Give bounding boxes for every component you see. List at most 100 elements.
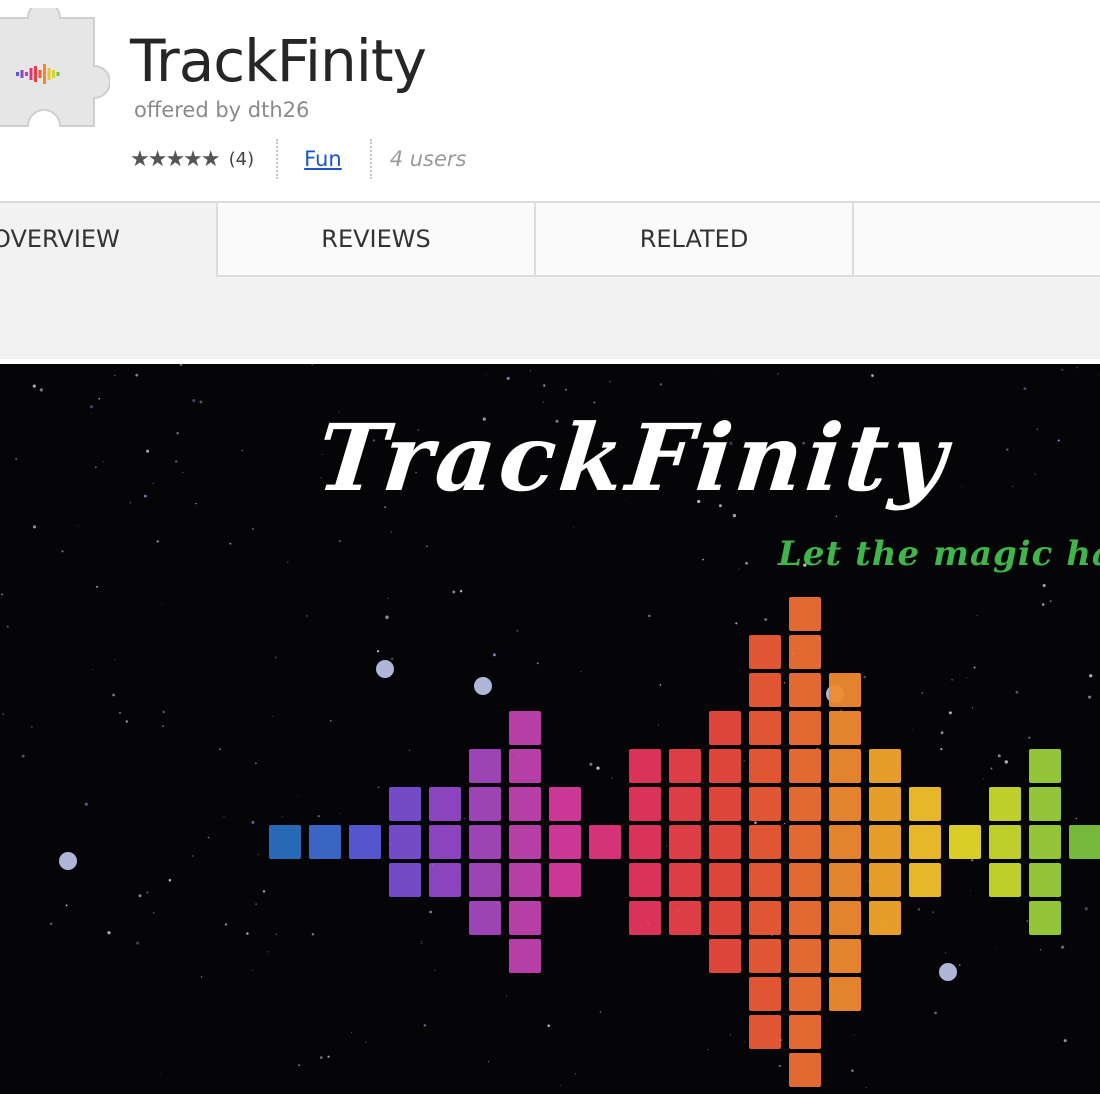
star-dot (2, 713, 5, 715)
divider (369, 139, 372, 179)
tab-label: REVIEWS (321, 225, 431, 253)
equalizer-block (749, 977, 781, 1011)
star-dot (94, 466, 97, 469)
star-dot (156, 540, 159, 543)
star-dot (92, 669, 94, 670)
star-dot (159, 1073, 161, 1075)
equalizer-block (469, 787, 501, 821)
equalizer-block (269, 825, 301, 859)
star-dot (65, 904, 68, 907)
equalizer-block (869, 787, 901, 821)
star-dot (463, 817, 466, 820)
equalizer-block (469, 749, 501, 783)
star-dot (990, 767, 993, 770)
star-glow (59, 852, 77, 870)
star-dot (429, 910, 432, 914)
tab-overview[interactable]: OVERVIEW (0, 201, 218, 277)
star-dot (224, 923, 228, 926)
star-dot (1036, 428, 1039, 430)
star-dot (459, 589, 463, 593)
meta-row: ★★★★★ (4) Fun 4 users (130, 138, 466, 180)
star-dot (143, 494, 147, 498)
star-dot (921, 692, 924, 694)
star-dot (161, 603, 163, 605)
star-dot (84, 802, 88, 806)
star-dot (1004, 760, 1008, 764)
equalizer-block (629, 825, 661, 859)
star-dot (589, 762, 593, 766)
star-dot (114, 658, 116, 661)
star-dot (735, 622, 738, 625)
star-dot (77, 525, 79, 527)
equalizer-block (789, 787, 821, 821)
star-dot (61, 550, 64, 553)
screenshot-image[interactable]: TrackFinity Let the magic happ (0, 364, 1100, 1094)
tab-related[interactable]: RELATED (534, 201, 854, 277)
star-dot (255, 903, 257, 905)
star-dot (223, 816, 225, 818)
star-dot (666, 845, 668, 847)
category-link[interactable]: Fun (304, 147, 342, 171)
equalizer-block (749, 825, 781, 859)
star-dot (207, 836, 210, 839)
star-dot (951, 678, 953, 681)
star-dot (98, 397, 101, 400)
equalizer-block (749, 1015, 781, 1049)
star-dot (390, 657, 394, 661)
equalizer-block (869, 749, 901, 783)
rating-count[interactable]: (4) (229, 149, 255, 170)
star-dot (488, 1061, 490, 1063)
star-dot (783, 822, 786, 825)
star-dot (377, 786, 380, 789)
star-dot (387, 597, 389, 599)
star-dot (114, 375, 116, 377)
star-dot (516, 629, 519, 632)
star-dot (1075, 817, 1077, 820)
equalizer-block (1029, 901, 1061, 935)
star-dot (777, 373, 779, 375)
equalizer-block (829, 977, 861, 1011)
tab-reviews[interactable]: REVIEWS (216, 201, 536, 277)
equalizer-block (829, 711, 861, 745)
user-count: 4 users (389, 147, 467, 171)
equalizer-block (669, 825, 701, 859)
equalizer-block (629, 787, 661, 821)
star-dot (917, 908, 921, 911)
offered-by: offered by dth26 (134, 98, 310, 122)
star-dot (272, 716, 274, 717)
equalizer-block (389, 825, 421, 859)
star-glow (939, 963, 957, 981)
star-dot (970, 858, 974, 862)
star-dot (195, 502, 197, 505)
star-dot (162, 710, 165, 714)
equalizer-block (789, 635, 821, 669)
star-dot (452, 590, 456, 594)
mini-wave-bar (47, 68, 51, 80)
star-dot (179, 364, 183, 366)
equalizer-block (949, 825, 981, 859)
screenshot-tagline: Let the magic happ (778, 534, 1100, 574)
equalizer-block (829, 749, 861, 783)
star-dot (609, 380, 611, 383)
star-dot (112, 693, 115, 697)
star-dot (136, 941, 140, 945)
star-dot (385, 615, 389, 619)
star-dot (973, 666, 976, 669)
star-dot (1039, 949, 1042, 951)
equalizer-block (749, 673, 781, 707)
star-dot (199, 400, 203, 404)
star-dot (426, 545, 428, 548)
star-dot (21, 754, 25, 758)
mini-wave-bar (38, 70, 42, 78)
equalizer-block (549, 787, 581, 821)
star-dot (1061, 368, 1064, 371)
star-dot (1026, 920, 1029, 922)
mini-wave-bar (52, 70, 55, 78)
equalizer-block (749, 749, 781, 783)
equalizer-block (749, 635, 781, 669)
star-rating-icon[interactable]: ★★★★★ (130, 147, 221, 172)
star-dot (543, 384, 546, 387)
star-dot (192, 855, 194, 857)
star-dot (421, 942, 423, 945)
star-dot (30, 725, 33, 728)
